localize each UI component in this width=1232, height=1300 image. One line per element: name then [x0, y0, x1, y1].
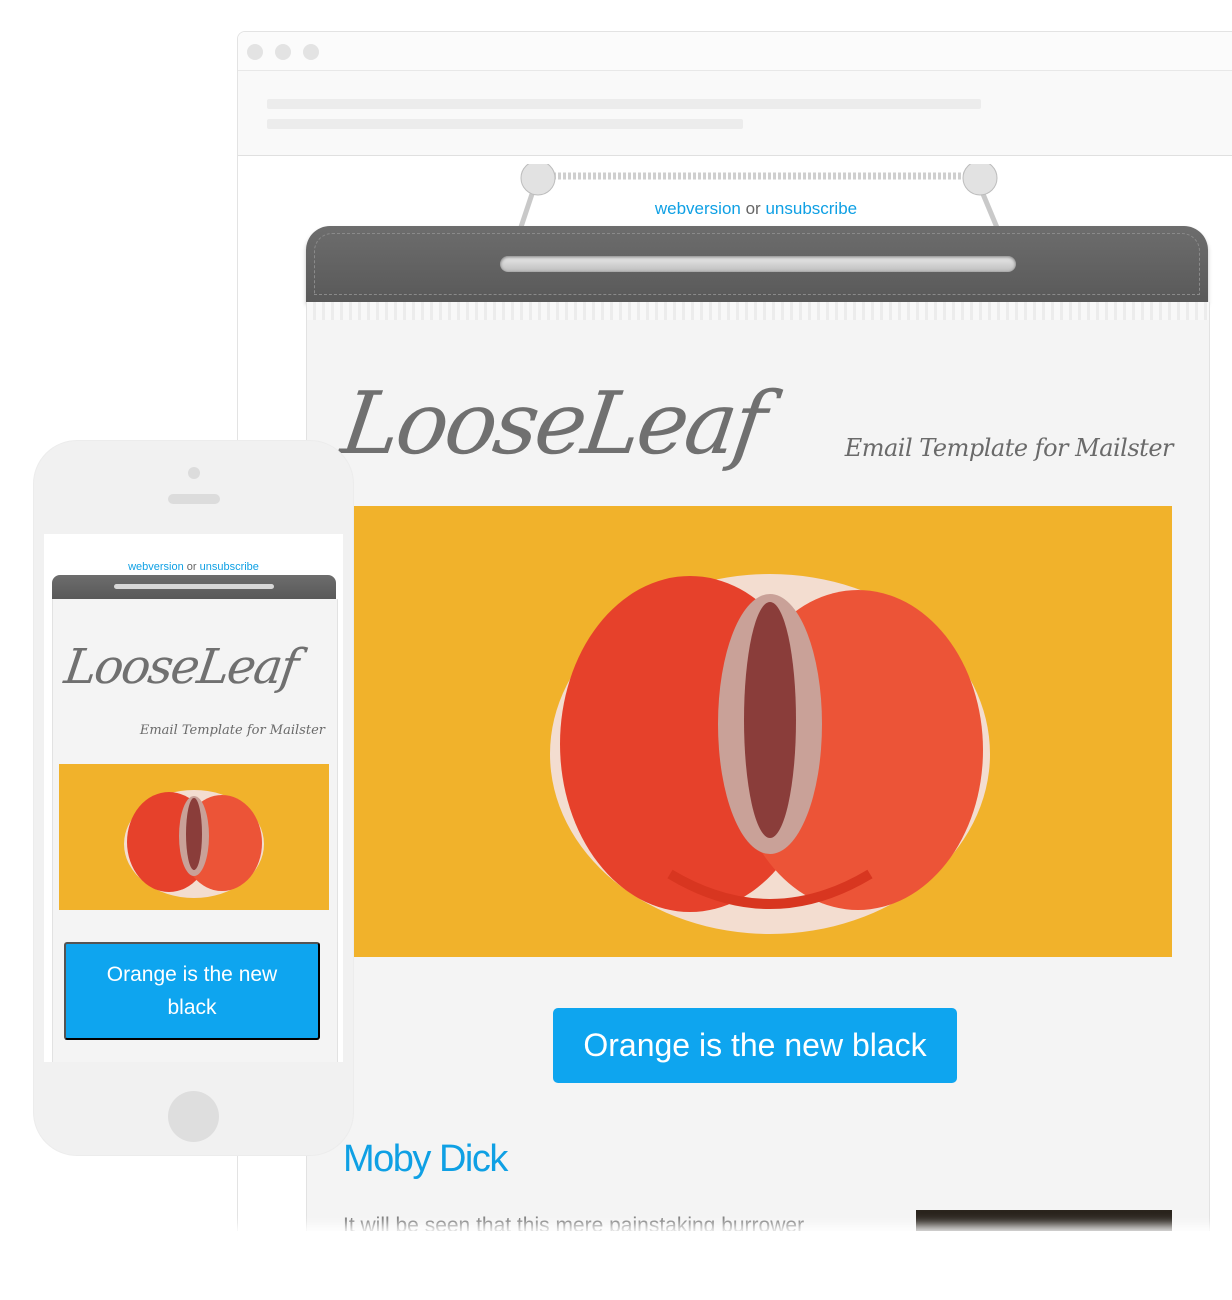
email-header-placeholder: [238, 71, 1232, 156]
email-top-links: webversion or unsubscribe: [306, 199, 1206, 219]
mobile-top-links: webversion or unsubscribe: [44, 561, 343, 573]
browser-titlebar: [238, 32, 1232, 71]
camera-icon: [188, 467, 200, 479]
email-paper: LooseLeaf Email Template for Mailster Or…: [306, 302, 1210, 1250]
or-text: or: [745, 199, 761, 218]
mobile-or-text: or: [186, 561, 197, 573]
placeholder-line: [267, 99, 981, 109]
bottom-fade: [0, 1231, 1232, 1300]
cta-button[interactable]: Orange is the new black: [553, 1008, 957, 1083]
mobile-unsubscribe-link[interactable]: unsubscribe: [200, 561, 259, 573]
logo: LooseLeaf: [335, 374, 770, 474]
grapefruit-image: [550, 574, 990, 934]
placeholder-line: [267, 119, 743, 129]
mobile-clipboard-slot: [114, 584, 274, 589]
mobile-cta-button[interactable]: Orange is the new black: [64, 942, 320, 1040]
mobile-logo: LooseLeaf: [61, 639, 301, 695]
home-button[interactable]: [168, 1091, 219, 1142]
mobile-email-paper: LooseLeaf Email Template for Mailster Or…: [52, 599, 338, 1062]
paper-tear-edge: [307, 302, 1209, 320]
tagline: Email Template for Mailster: [844, 434, 1174, 462]
phone-screen: webversion or unsubscribe LooseLeaf Emai…: [44, 534, 343, 1062]
window-control-minimize[interactable]: [275, 44, 291, 60]
mobile-webversion-link[interactable]: webversion: [128, 561, 184, 573]
webversion-link[interactable]: webversion: [655, 199, 741, 218]
speaker-icon: [168, 494, 220, 504]
window-control-close[interactable]: [247, 44, 263, 60]
hero-image: [354, 506, 1172, 957]
unsubscribe-link[interactable]: unsubscribe: [765, 199, 857, 218]
mobile-clipboard-clip: [52, 575, 336, 599]
mobile-grapefruit-image: [124, 790, 264, 898]
mobile-hero-image: [59, 764, 329, 910]
window-control-maximize[interactable]: [303, 44, 319, 60]
phone-frame: webversion or unsubscribe LooseLeaf Emai…: [33, 440, 354, 1156]
clipboard-slot: [500, 256, 1016, 272]
clipboard-clip: [306, 226, 1208, 302]
article-title: Moby Dick: [343, 1138, 508, 1180]
mobile-tagline: Email Template for Mailster: [139, 723, 325, 738]
